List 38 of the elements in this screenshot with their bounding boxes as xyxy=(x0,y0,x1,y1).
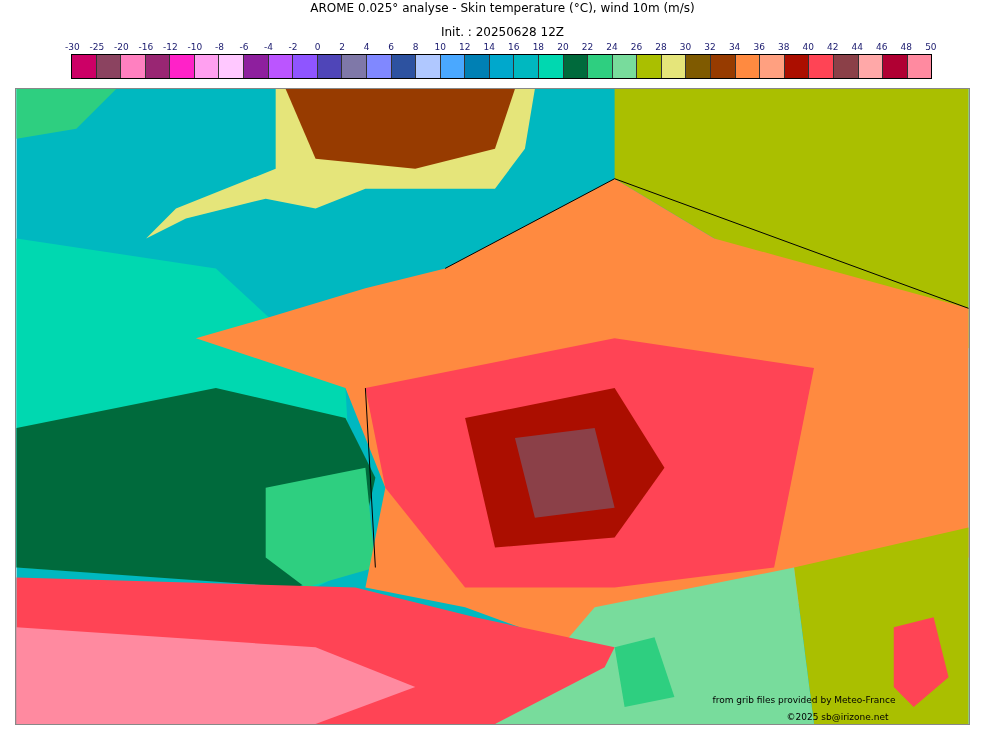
colorbar-tick-label: -25 xyxy=(88,41,106,53)
colorbar-tick-label: 14 xyxy=(482,41,496,53)
colorbar-tick-label: -10 xyxy=(186,41,204,53)
colorbar-tick-label: -2 xyxy=(287,41,299,53)
colorbar-tick-label: 50 xyxy=(924,41,938,53)
colorbar-tick-label: 16 xyxy=(507,41,521,53)
colorbar-tick-label: -12 xyxy=(162,41,179,53)
chart-title: AROME 0.025° analyse - Skin temperature (°C), wind 10m (m/s) xyxy=(310,1,695,15)
colorbar-tick-label: 4 xyxy=(362,41,371,53)
colorbar-tick-label: 6 xyxy=(387,41,396,53)
colorbar-tick-label: 12 xyxy=(458,41,472,53)
colorbar-tick-label: 44 xyxy=(850,41,864,53)
colorbar-tick-label: 26 xyxy=(629,41,644,53)
colorbar-tick-label: 34 xyxy=(727,41,742,53)
colorbar-tick-label: -30 xyxy=(63,41,81,53)
colorbar-tick-label: 18 xyxy=(531,41,546,53)
colorbar-tick-label: -8 xyxy=(213,41,225,53)
colorbar-tick-label: 36 xyxy=(752,41,766,53)
colorbar-tick-label: 40 xyxy=(801,41,815,53)
colorbar-tick-label: 38 xyxy=(776,41,791,53)
colorbar-tick-label: 28 xyxy=(654,41,668,53)
colorbar-tick-label: 46 xyxy=(875,41,889,53)
colorbar-tick-label: 48 xyxy=(899,41,914,53)
chart-subtitle: Init. : 20250628 12Z xyxy=(440,25,565,39)
colorbar-tick-label: -6 xyxy=(238,41,250,53)
colorbar-tick-label: 30 xyxy=(678,41,693,53)
colorbar-tick-label: 22 xyxy=(580,41,595,53)
colorbar-tick-label: 10 xyxy=(433,41,447,53)
colorbar-tick-label: 24 xyxy=(605,41,619,53)
colorbar-tick-label: -20 xyxy=(112,41,130,53)
colorbar-tick-label: 20 xyxy=(556,41,570,53)
colorbar-tick-label: -4 xyxy=(263,41,274,53)
colorbar-tick-label: 8 xyxy=(411,41,420,53)
colorbar-tick-label: 32 xyxy=(703,41,717,53)
colorbar-tick-label: 42 xyxy=(826,41,840,53)
colorbar-tick-label: -16 xyxy=(137,41,155,53)
colorbar-tick-label: 0 xyxy=(313,41,322,53)
colorbar-tick-label: 2 xyxy=(338,41,346,53)
